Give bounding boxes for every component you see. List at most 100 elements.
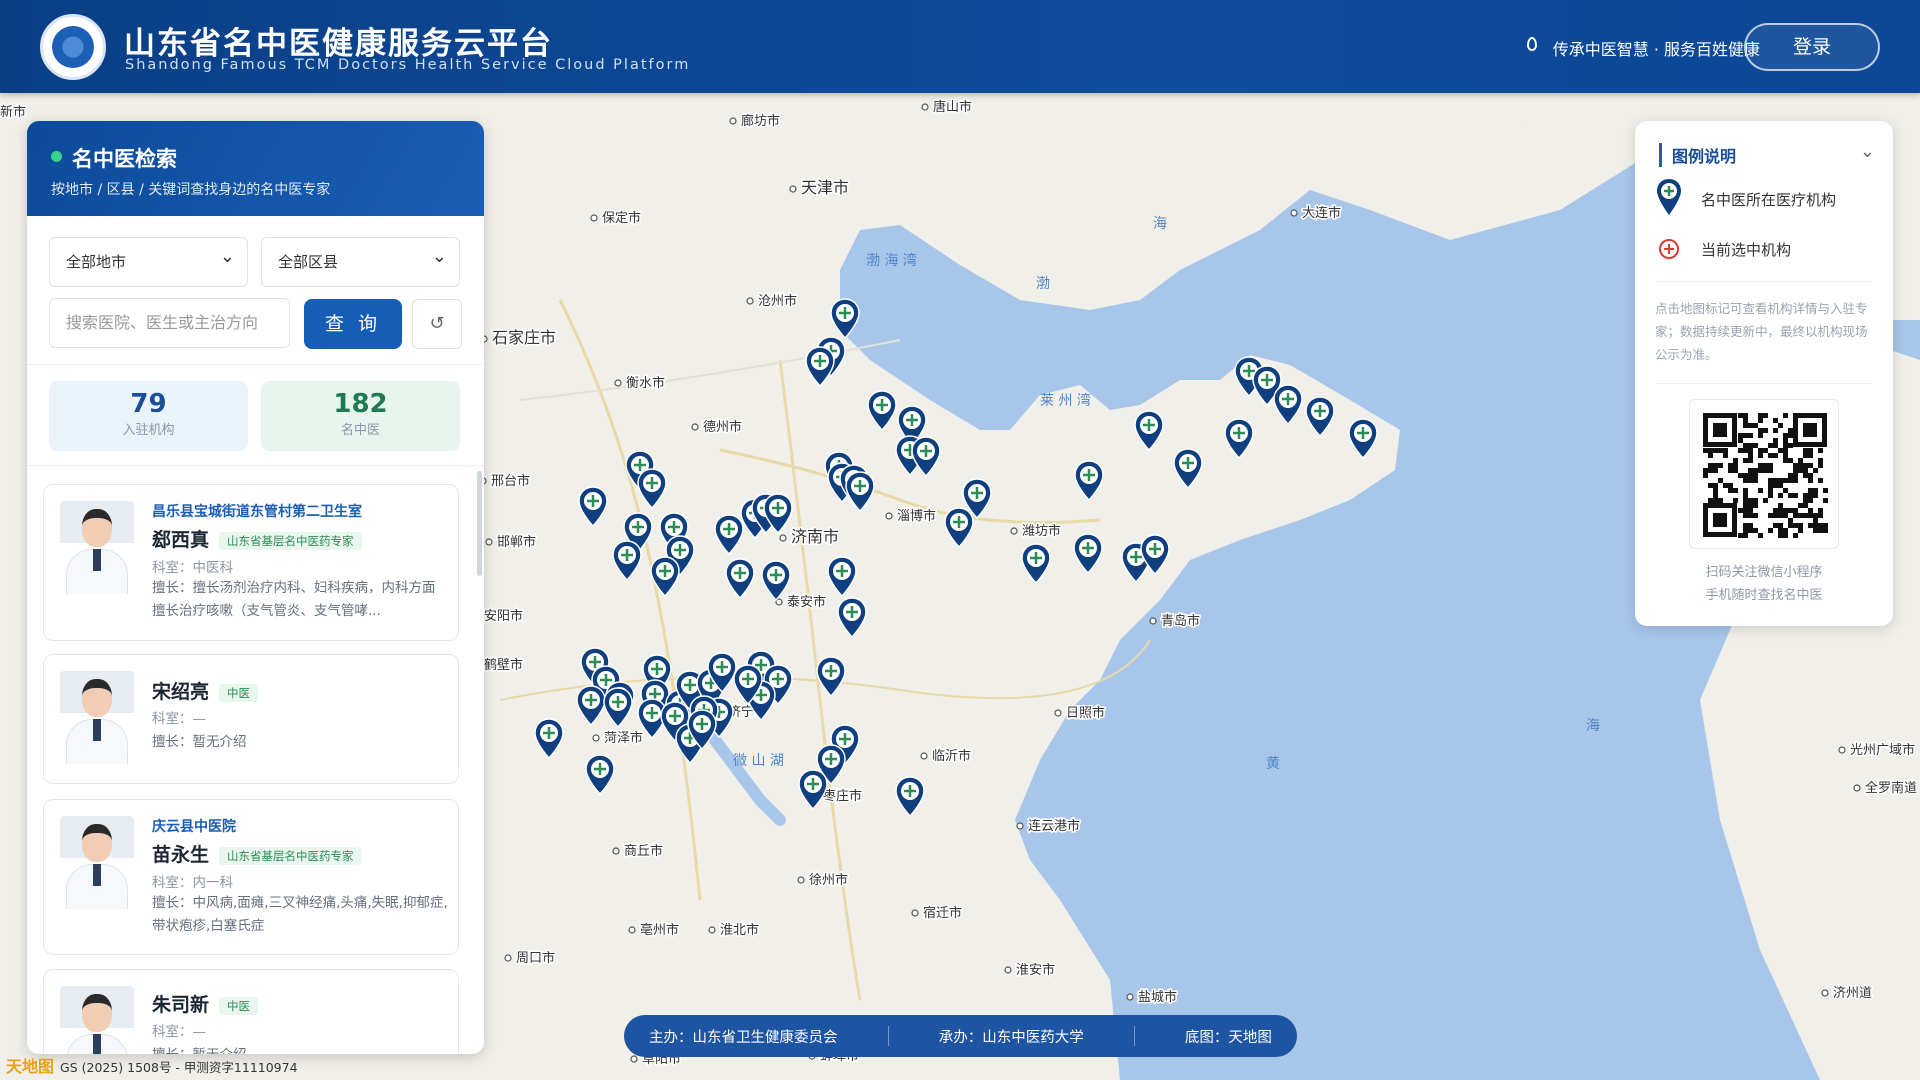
doctor-badge: 中医 <box>219 996 259 1015</box>
doctor-badge: 山东省基层名中医药专家 <box>219 846 362 865</box>
map-sea-label: 渤 <box>1036 276 1050 292</box>
doctor-name: 宋绍亮 中医 <box>152 677 259 704</box>
wechat-qr-code <box>1689 399 1839 549</box>
map-sea-label: 黄 <box>1266 755 1280 772</box>
doctor-name: 苗永生 山东省基层名中医药专家 <box>152 840 362 867</box>
svg-text:安阳市: 安阳市 <box>484 608 523 624</box>
svg-text:徐州市: 徐州市 <box>809 872 848 888</box>
svg-text:邯郸市: 邯郸市 <box>497 534 536 550</box>
svg-text:商丘市: 商丘市 <box>624 843 663 859</box>
reset-icon[interactable]: ↺ <box>412 299 462 349</box>
map-sea-label: 莱 州 湾 <box>1040 392 1091 409</box>
svg-text:邢台市: 邢台市 <box>491 473 530 489</box>
doctor-badge: 中医 <box>219 683 259 702</box>
doctor-avatar <box>60 986 134 1054</box>
map-city-label: 石家庄市 <box>480 327 558 349</box>
doctor-card[interactable]: 宋绍亮 中医 科室：— 擅长：暂无介绍 <box>43 654 459 784</box>
tianditu-logo: 天地图 <box>6 1057 55 1076</box>
svg-text:盐城市: 盐城市 <box>1138 989 1177 1005</box>
stat-value: 79 <box>130 389 167 419</box>
doctor-avatar <box>60 816 134 909</box>
search-panel-header: 名中医检索 按地市 / 区县 / 关键词查找身边的名中医专家 <box>27 121 484 216</box>
stat-label: 名中医 <box>340 423 380 438</box>
svg-text:衡水市: 衡水市 <box>626 375 665 391</box>
city-select[interactable]: 全部地市 <box>49 233 248 287</box>
footer-bar: 主办：山东省卫生健康委员会 承办：山东中医药大学 底图：天地图 <box>624 1015 1297 1057</box>
map-sea-label: 海 <box>1153 216 1167 232</box>
svg-text:青岛市: 青岛市 <box>1161 613 1200 629</box>
footer-organizer: 承办：山东中医药大学 <box>938 1029 1084 1046</box>
svg-text:连云港市: 连云港市 <box>1028 818 1080 834</box>
legend-institution-label: 名中医所在医疗机构 <box>1701 191 1837 209</box>
svg-text:枣庄市: 枣庄市 <box>823 788 862 804</box>
doctor-hospital: 庆云县中医院 <box>152 819 236 835</box>
svg-text:保定市: 保定市 <box>602 210 641 226</box>
svg-text:石家庄市: 石家庄市 <box>492 328 556 347</box>
svg-text:菏泽市: 菏泽市 <box>604 730 643 746</box>
svg-text:鹤壁市: 鹤壁市 <box>484 657 523 673</box>
search-panel-title: 名中医检索 <box>72 147 177 171</box>
map-sea-label: 渤 海 湾 <box>866 252 917 269</box>
legend-selected-label: 当前选中机构 <box>1701 241 1792 259</box>
doctor-list: 昌乐县宝城街道东管村第二卫生室 郄西真 山东省基层名中医药专家 科室：中医科 擅长… <box>27 469 484 1054</box>
svg-text:泰安市: 泰安市 <box>787 594 826 610</box>
map-city-label: 光州广域市 <box>1838 741 1917 760</box>
svg-text:德州市: 德州市 <box>703 419 742 435</box>
svg-text:唐山市: 唐山市 <box>933 99 972 115</box>
doctor-specialty: 擅长：中风病,面瘫,三叉神经痛,头痛,失眠,抑郁症,带状疱疹,白塞氏症 <box>152 895 448 934</box>
svg-text:日照市: 日照市 <box>1066 705 1105 721</box>
svg-text:全罗南道: 全罗南道 <box>1865 780 1917 796</box>
svg-text:天津市: 天津市 <box>801 178 849 197</box>
doctor-specialty: 擅长：擅长汤剂治疗内科、妇科疾病，内科方面擅长治疗咳嗽（支气管炎、支气管哮... <box>152 580 436 619</box>
legend-note: 点击地图标记可查看机构详情与入驻专家；数据持续更新中，最终以机构现场公示为准。 <box>1655 301 1868 362</box>
doctor-name: 朱司新 中医 <box>152 990 259 1017</box>
svg-text:淮北市: 淮北市 <box>720 922 759 938</box>
doctor-specialty: 擅长：暂无介绍 <box>152 734 247 750</box>
svg-text:沧州市: 沧州市 <box>758 293 797 309</box>
doctor-department: 科室：中医科 <box>152 560 233 576</box>
svg-text:潍坊市: 潍坊市 <box>1022 523 1061 539</box>
footer-host: 主办：山东省卫生健康委员会 <box>649 1029 838 1046</box>
district-select[interactable]: 全部区县 <box>261 233 460 287</box>
institution-marker-icon <box>1657 179 1681 215</box>
doctor-card[interactable]: 庆云县中医院 苗永生 山东省基层名中医药专家 科室：内一科 擅长：中风病,面瘫,三… <box>43 799 459 955</box>
svg-text:廊坊市: 廊坊市 <box>741 113 780 129</box>
qr-caption: 手机随时查找名中医 <box>1705 588 1823 603</box>
svg-text:新市: 新市 <box>0 104 26 120</box>
login-button[interactable]: 登录 <box>1744 23 1880 71</box>
doctor-department: 科室：— <box>152 711 206 727</box>
svg-text:光州广域市: 光州广域市 <box>1850 742 1915 758</box>
doctor-avatar <box>60 671 134 764</box>
platform-logo <box>40 14 106 80</box>
search-panel-subtitle: 按地市 / 区县 / 关键词查找身边的名中医专家 <box>51 182 331 198</box>
doctor-avatar <box>60 501 134 594</box>
svg-text:临沂市: 临沂市 <box>932 748 971 764</box>
query-button[interactable]: 查 询 <box>304 299 402 349</box>
svg-text:济南市: 济南市 <box>791 527 839 546</box>
doctor-department: 科室：内一科 <box>152 875 233 891</box>
status-dot-icon <box>51 151 62 162</box>
stat-value: 182 <box>333 389 388 419</box>
doctor-list-scrollbar[interactable] <box>477 471 482 576</box>
doctor-department: 科室：— <box>152 1024 206 1040</box>
stat-label: 入驻机构 <box>122 423 175 438</box>
stat-institutions: 79 入驻机构 <box>49 381 248 451</box>
map-city-label: 新市 <box>0 103 28 122</box>
search-panel: 名中医检索 按地市 / 区县 / 关键词查找身边的名中医专家 全部地市 全部区县… <box>27 121 484 1054</box>
svg-text:淮安市: 淮安市 <box>1016 962 1055 978</box>
slogan: 传承中医智慧 · 服务百姓健康 <box>1552 40 1760 59</box>
svg-text:周口市: 周口市 <box>516 950 555 966</box>
doctor-hospital: 昌乐县宝城街道东管村第二卫生室 <box>152 504 362 520</box>
svg-text:亳州市: 亳州市 <box>640 922 679 938</box>
svg-text:济州道: 济州道 <box>1833 986 1872 1001</box>
map-attribution: 天地图 GS (2025) 1508号 - 甲测资字11110974 <box>6 1053 298 1077</box>
drop-icon <box>1527 37 1537 51</box>
search-input[interactable]: 搜索医院、医生或主治方向 <box>49 298 290 348</box>
doctor-name: 郄西真 山东省基层名中医药专家 <box>152 525 362 552</box>
chevron-down-icon[interactable]: ⌄ <box>1860 141 1875 162</box>
map-license: GS (2025) 1508号 - 甲测资字11110974 <box>60 1060 298 1075</box>
doctor-card[interactable]: 昌乐县宝城街道东管村第二卫生室 郄西真 山东省基层名中医药专家 科室：中医科 擅长… <box>43 484 459 641</box>
top-header: 山东省名中医健康服务云平台 Shandong Famous TCM Doctor… <box>0 0 1920 93</box>
legend-title: 图例说明 <box>1659 143 1736 167</box>
doctor-card[interactable]: 朱司新中医 科室：— 擅长：暂无介绍 <box>43 969 459 1054</box>
